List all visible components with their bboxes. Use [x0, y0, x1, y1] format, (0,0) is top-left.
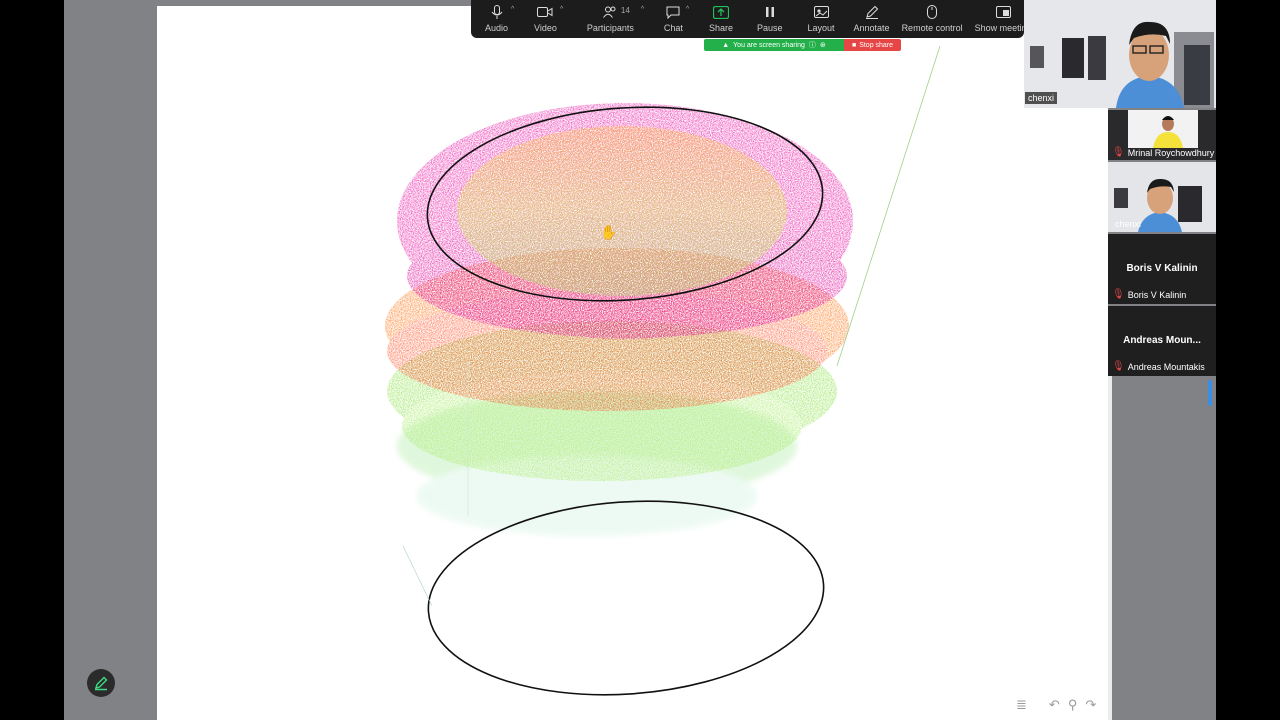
- stop-share-button[interactable]: ■ Stop share: [844, 39, 901, 51]
- undo-icon[interactable]: ↶: [1049, 697, 1060, 713]
- video-camera-icon: [536, 4, 554, 20]
- participant-tile[interactable]: chenxi: [1108, 162, 1216, 232]
- chevron-up-icon[interactable]: ^: [641, 6, 644, 13]
- hand-cursor-icon: ✋: [600, 224, 617, 240]
- pencil-icon: [863, 4, 881, 20]
- side-scroll-track: [1108, 376, 1112, 720]
- participants-label: Participants: [586, 23, 634, 33]
- chevron-up-icon[interactable]: ^: [560, 6, 563, 13]
- pause-label: Pause: [756, 23, 783, 33]
- muted-mic-icon: 🎙: [1112, 289, 1125, 300]
- annotate-button[interactable]: Annotate: [854, 4, 890, 33]
- axis-line: [402, 545, 433, 607]
- shield-icon[interactable]: ⊛: [820, 41, 826, 49]
- participant-tile[interactable]: Andreas Moun... 🎙 Andreas Mountakis: [1108, 306, 1216, 376]
- chat-label: Chat: [663, 23, 683, 33]
- participant-tile[interactable]: Boris V Kalinin 🎙 Boris V Kalinin: [1108, 234, 1216, 304]
- axis-line: [836, 45, 941, 367]
- audio-label: Audio: [485, 23, 509, 33]
- meeting-toolbar: ^ Audio ^ Video 14 ^ Participants ^ Chat…: [471, 0, 1032, 38]
- muted-mic-icon: 🎙: [1112, 147, 1125, 158]
- mouse-icon: [923, 4, 941, 20]
- video-label: Video: [534, 23, 557, 33]
- share-button[interactable]: Share: [709, 4, 733, 33]
- participants-button[interactable]: 14 ^ Participants: [586, 4, 644, 33]
- redo-icon[interactable]: ↷: [1085, 697, 1096, 713]
- point-cloud-visualization: ✋: [385, 45, 941, 696]
- stop-icon: ■: [851, 41, 857, 49]
- document-navigation: ≣ ↶ ⚲ ↷: [1016, 697, 1096, 713]
- layout-icon: [812, 4, 830, 20]
- layout-label: Layout: [807, 23, 835, 33]
- sharing-status: ▲ You are screen sharing ⓘ ⊛: [704, 39, 844, 51]
- stop-share-label: Stop share: [859, 41, 894, 49]
- pause-icon: [761, 4, 779, 20]
- remote-control-label: Remote control: [901, 23, 963, 33]
- annotate-fab-button[interactable]: [87, 669, 115, 697]
- remote-control-button[interactable]: Remote control: [902, 4, 963, 33]
- pause-button[interactable]: Pause: [757, 4, 783, 33]
- inner-wall: [457, 126, 787, 296]
- info-icon[interactable]: ⓘ: [809, 40, 816, 50]
- mic-icon: [488, 4, 506, 20]
- chevron-up-icon[interactable]: ^: [511, 6, 514, 13]
- audio-button[interactable]: ^ Audio: [485, 4, 514, 33]
- chat-bubble-icon: [664, 4, 682, 20]
- muted-mic-icon: 🎙: [1112, 361, 1125, 372]
- sharing-status-text: You are screen sharing: [733, 41, 805, 49]
- participant-tile[interactable]: 🎙 Mrinal Roychowdhury: [1108, 110, 1216, 160]
- participant-name: Boris V Kalinin: [1127, 289, 1187, 300]
- main-speaker-video[interactable]: chenxi: [1024, 0, 1216, 108]
- show-meeting-icon: [994, 4, 1012, 20]
- list-icon[interactable]: ≣: [1016, 697, 1027, 713]
- video-button[interactable]: ^ Video: [534, 4, 563, 33]
- participant-name: Mrinal Roychowdhury: [1127, 147, 1215, 158]
- pencil-fab-icon: [94, 676, 108, 691]
- people-icon: [601, 4, 619, 20]
- annotate-label: Annotate: [853, 23, 890, 33]
- share-label: Share: [708, 23, 733, 33]
- participant-name: Andreas Mountakis: [1127, 361, 1205, 372]
- chat-button[interactable]: ^ Chat: [663, 4, 689, 33]
- scrollbar-thumb[interactable]: [1208, 380, 1212, 406]
- layout-button[interactable]: Layout: [808, 4, 835, 33]
- speaker-nameplate: chenxi: [1025, 92, 1058, 104]
- participants-count: 14: [620, 6, 630, 15]
- screen-sharing-indicator: ▲ You are screen sharing ⓘ ⊛ ■ Stop shar…: [704, 39, 901, 51]
- participant-name: chenxi: [1115, 219, 1142, 229]
- zoom-icon[interactable]: ⚲: [1068, 697, 1078, 713]
- participant-display-name: Andreas Moun...: [1123, 335, 1201, 346]
- chevron-up-icon[interactable]: ^: [686, 6, 689, 13]
- share-status-icon: ▲: [722, 41, 730, 49]
- point-cloud-canvas[interactable]: ✋: [157, 6, 1108, 720]
- participant-display-name: Boris V Kalinin: [1126, 263, 1198, 274]
- share-arrow-icon: [712, 4, 730, 20]
